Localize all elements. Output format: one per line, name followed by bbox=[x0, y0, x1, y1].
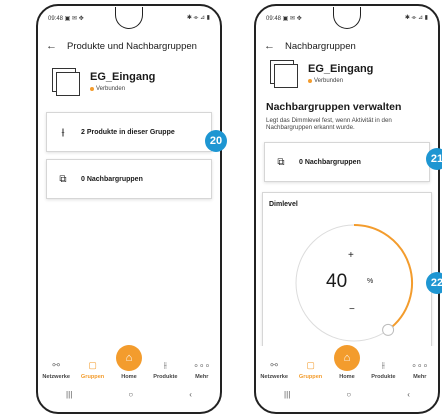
annotation-badge-22: 22 bbox=[426, 272, 442, 294]
nav-label: Gruppen bbox=[80, 374, 105, 380]
products-card-label: 2 Produkte in dieser Gruppe bbox=[81, 128, 175, 136]
nav-label: Home bbox=[339, 374, 355, 380]
nav-label: Produkte bbox=[153, 374, 178, 380]
home-icon: ⌂ bbox=[333, 345, 360, 371]
app-bar: ← Nachbargruppen bbox=[264, 36, 432, 56]
nav-label: Gruppen bbox=[298, 374, 323, 380]
copy-icon: ⧉ bbox=[277, 156, 285, 168]
annotation-badge-21: 21 bbox=[426, 148, 442, 170]
dimlevel-value: 40 bbox=[326, 271, 348, 292]
nav-item-netzwerke[interactable]: ⚯ Netzwerke bbox=[39, 360, 73, 380]
section-title: Nachbargruppen verwalten bbox=[266, 101, 402, 113]
back-arrow-icon[interactable]: ← bbox=[264, 40, 275, 52]
app-bar: ← Produkte und Nachbargruppen bbox=[46, 36, 214, 56]
recent-apps-icon[interactable]: ||| bbox=[66, 390, 72, 399]
nav-label: Netzwerke bbox=[260, 374, 289, 380]
more-icon: ∘∘∘ bbox=[411, 360, 429, 370]
group-header: EG_Eingang Verbunden bbox=[52, 68, 155, 98]
back-arrow-icon[interactable]: ← bbox=[46, 40, 57, 52]
camera-notch bbox=[333, 7, 361, 29]
group-status-label: Verbunden bbox=[96, 86, 126, 92]
status-dot-icon bbox=[308, 79, 312, 83]
nav-label: Mehr bbox=[413, 374, 427, 380]
system-gesture-bar: ||| ○ ‹ bbox=[38, 386, 220, 402]
nav-label: Home bbox=[121, 374, 137, 380]
status-icons: ✱ ⌯ ⊿ ▮ bbox=[186, 15, 210, 21]
dimlevel-unit: % bbox=[367, 278, 374, 285]
nav-item-produkte[interactable]: ⫲ Produkte bbox=[366, 360, 400, 380]
group-icon bbox=[52, 68, 82, 98]
neighbor-groups-card[interactable]: ⧉ 0 Nachbargruppen bbox=[46, 159, 212, 199]
group-status-label: Verbunden bbox=[314, 78, 344, 84]
system-back-icon[interactable]: ‹ bbox=[189, 390, 192, 399]
nav-item-mehr[interactable]: ∘∘∘ Mehr bbox=[185, 360, 219, 380]
dimlevel-dial[interactable] bbox=[263, 193, 435, 363]
home-icon: ⌂ bbox=[115, 345, 142, 371]
nav-item-netzwerke[interactable]: ⚯ Netzwerke bbox=[257, 360, 291, 380]
nav-label: Netzwerke bbox=[42, 374, 71, 380]
products-icon: ⫲ bbox=[381, 360, 385, 370]
bottom-nav: ⚯ Netzwerke ▢ Gruppen ⌂ Home ⫲ Produkte ∘∘∘ M… bbox=[38, 345, 220, 382]
phone-screen-neighbor-groups: 09:48 ▣ ✉ ✥ ✱ ⌯ ⊿ ▮ ← Nachbargruppen EG_… bbox=[254, 4, 440, 414]
nav-item-mehr[interactable]: ∘∘∘ Mehr bbox=[403, 360, 437, 380]
section-description: Legt das Dimmlevel fest, wenn Aktivität … bbox=[266, 117, 392, 132]
recent-apps-icon[interactable]: ||| bbox=[284, 390, 290, 399]
nav-item-home[interactable]: ⌂ Home bbox=[112, 345, 146, 380]
products-icon: ⫲ bbox=[163, 360, 167, 370]
dial-handle[interactable] bbox=[382, 323, 395, 336]
nav-item-produkte[interactable]: ⫲ Produkte bbox=[148, 360, 182, 380]
camera-notch bbox=[115, 7, 143, 29]
nav-label: Mehr bbox=[195, 374, 209, 380]
nav-item-gruppen[interactable]: ▢ Gruppen bbox=[76, 360, 110, 380]
status-dot-icon bbox=[90, 87, 94, 91]
products-card[interactable]: ⫲ 2 Produkte in dieser Gruppe bbox=[46, 112, 212, 152]
group-icon bbox=[270, 60, 300, 90]
system-gesture-bar: ||| ○ ‹ bbox=[256, 386, 438, 402]
group-status: Verbunden bbox=[90, 86, 155, 92]
phone-screen-products: 09:48 ▣ ✉ ✥ ✱ ⌯ ⊿ ▮ ← Produkte und Nachb… bbox=[36, 4, 222, 414]
copy-icon: ⧉ bbox=[59, 173, 67, 185]
nav-item-home[interactable]: ⌂ Home bbox=[330, 345, 364, 380]
status-time: 09:48 ▣ ✉ ✥ bbox=[266, 15, 302, 22]
more-icon: ∘∘∘ bbox=[193, 360, 211, 370]
system-back-icon[interactable]: ‹ bbox=[407, 390, 410, 399]
increase-button[interactable]: + bbox=[348, 250, 354, 261]
groups-icon: ▢ bbox=[306, 360, 315, 370]
system-home-icon[interactable]: ○ bbox=[128, 390, 133, 399]
group-status: Verbunden bbox=[308, 78, 373, 84]
bottom-nav: ⚯ Netzwerke ▢ Gruppen ⌂ Home ⫲ Produkte ∘∘∘ M… bbox=[256, 345, 438, 382]
annotation-badge-20: 20 bbox=[205, 130, 227, 152]
groups-icon: ▢ bbox=[88, 360, 97, 370]
group-header: EG_Eingang Verbunden bbox=[270, 60, 373, 90]
nav-item-gruppen[interactable]: ▢ Gruppen bbox=[294, 360, 328, 380]
group-name: EG_Eingang bbox=[90, 71, 156, 83]
system-home-icon[interactable]: ○ bbox=[346, 390, 351, 399]
decrease-button[interactable]: − bbox=[349, 304, 355, 315]
page-title: Produkte und Nachbargruppen bbox=[67, 40, 197, 52]
neighbor-groups-card-label: 0 Nachbargruppen bbox=[299, 158, 361, 166]
dimlevel-card: Dimlevel + 40 % − bbox=[262, 192, 432, 362]
sliders-icon: ⫲ bbox=[61, 126, 65, 138]
dial-progress-arc bbox=[353, 224, 413, 331]
neighbor-groups-card[interactable]: ⧉ 0 Nachbargruppen bbox=[264, 142, 430, 182]
network-icon: ⚯ bbox=[270, 360, 278, 370]
status-icons: ✱ ⌯ ⊿ ▮ bbox=[404, 15, 428, 21]
page-title: Nachbargruppen bbox=[285, 40, 356, 52]
nav-label: Produkte bbox=[371, 374, 396, 380]
neighbor-groups-card-label: 0 Nachbargruppen bbox=[81, 175, 143, 183]
group-name: EG_Eingang bbox=[308, 63, 374, 75]
network-icon: ⚯ bbox=[52, 360, 60, 370]
status-time: 09:48 ▣ ✉ ✥ bbox=[48, 15, 84, 22]
